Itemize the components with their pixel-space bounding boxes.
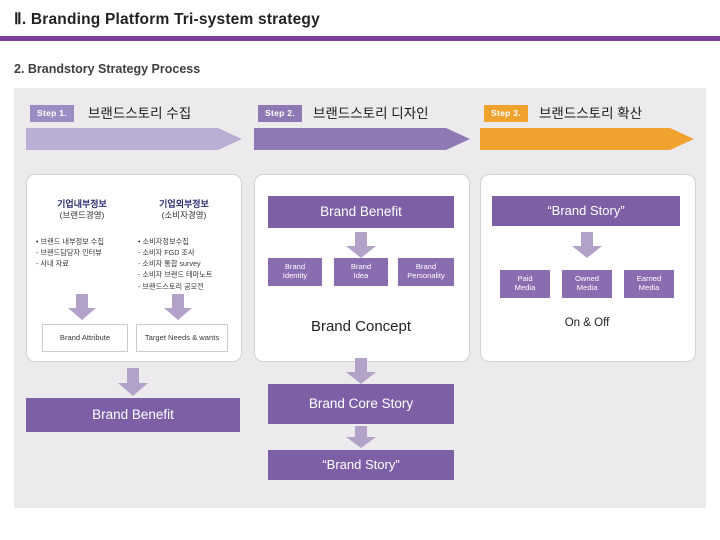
target-needs-box: Target Needs & wants xyxy=(136,324,228,352)
brand-story-box-col2: “Brand Story” xyxy=(268,450,454,480)
brand-core-story-box: Brand Core Story xyxy=(268,384,454,424)
column1-brand-benefit-box: Brand Benefit xyxy=(26,398,240,432)
brand-identity-box: Brand Identity xyxy=(268,258,322,286)
step-3-label: 브랜드스토리 확산 xyxy=(539,106,643,121)
internal-info-title-main: 기업내부정보 xyxy=(57,199,107,209)
brand-benefit-box: Brand Benefit xyxy=(268,196,454,228)
step-3-chip: Step 3. xyxy=(484,105,528,122)
internal-info-title: 기업내부정보 (브랜드경영) xyxy=(36,198,128,222)
arrow-internal-down xyxy=(68,294,96,320)
external-info-subtitle: (소비자경영) xyxy=(161,210,207,221)
step-2-chip: Step 2. xyxy=(258,105,302,122)
internal-info-list: • 브랜드 내부정보 수집 - 브랜드담당자 인터뷰 - 사내 자료 xyxy=(36,237,105,269)
brand-story-box-col3: “Brand Story” xyxy=(492,196,680,226)
paid-media-box: Paid Media xyxy=(500,270,550,298)
external-info-title-main: 기업외부정보 xyxy=(159,199,209,209)
on-and-off-text: On & Off xyxy=(564,317,610,329)
arrow-external-down xyxy=(164,294,192,320)
brand-idea-box: Brand Idea xyxy=(334,258,388,286)
step-1-chip: Step 1. xyxy=(30,105,74,122)
step-2-chevron xyxy=(254,128,470,150)
step-2-label: 브랜드스토리 디자인 xyxy=(313,106,429,121)
page-title: Ⅱ. Branding Platform Tri-system strategy xyxy=(14,11,320,28)
arrow-benefit-down xyxy=(346,232,376,258)
arrow-core-story-down xyxy=(346,426,376,448)
step-1-chevron xyxy=(26,128,242,150)
title-divider-inner xyxy=(0,41,720,43)
internal-info-subtitle: (브랜드경영) xyxy=(59,210,105,221)
owned-media-box: Owned Media xyxy=(562,270,612,298)
arrow-column1-benefit xyxy=(118,368,148,396)
external-info-list: • 소비자정보수집 - 소비자 FGD 조사 - 소비자 통합 survey -… xyxy=(138,237,213,291)
section-title: 2. Brandstory Strategy Process xyxy=(14,62,201,76)
step-3-chevron xyxy=(480,128,694,150)
brand-concept-text: Brand Concept xyxy=(310,318,412,335)
brand-personality-box: Brand Personality xyxy=(398,258,454,286)
step-1-label: 브랜드스토리 수집 xyxy=(88,106,192,121)
arrow-story-down xyxy=(572,232,602,258)
brand-attribute-box: Brand Attribute xyxy=(42,324,128,352)
earned-media-box: Earned Media xyxy=(624,270,674,298)
external-info-title: 기업외부정보 (소비자경영) xyxy=(138,198,230,222)
arrow-concept-down xyxy=(346,358,376,384)
